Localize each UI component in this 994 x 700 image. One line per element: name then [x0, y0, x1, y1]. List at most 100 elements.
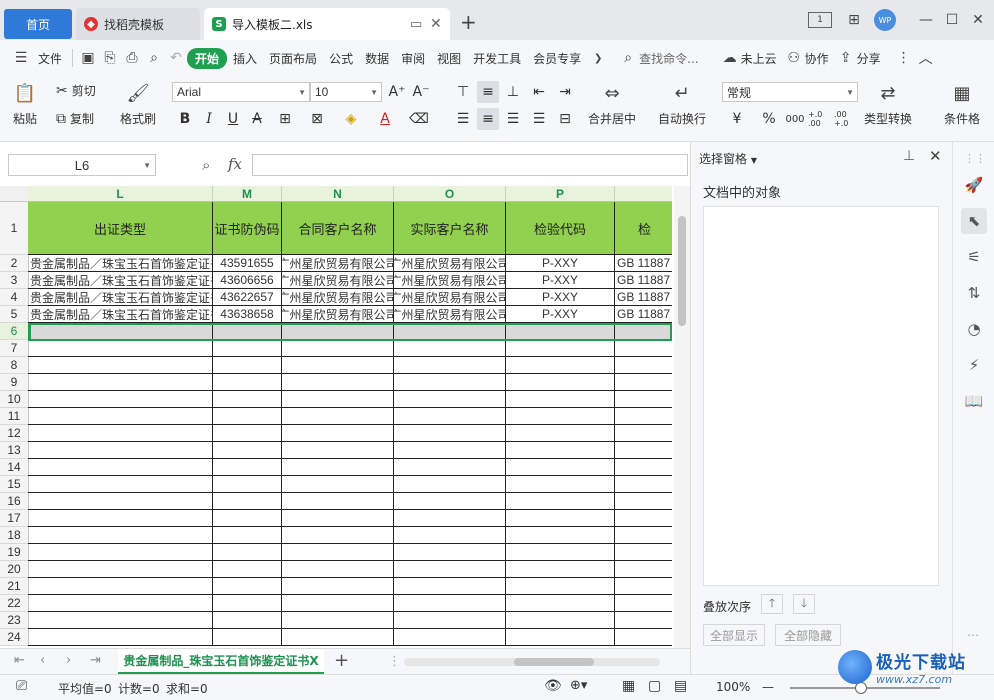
pane-close-icon[interactable]: ✕: [929, 147, 942, 165]
table-cell[interactable]: [213, 442, 282, 459]
zoom-out-icon[interactable]: —: [762, 680, 774, 694]
splitter-icon[interactable]: ⋮: [388, 654, 401, 669]
page-layout-view-icon[interactable]: ▢: [648, 678, 661, 694]
row-header[interactable]: 23: [0, 612, 29, 629]
table-cell[interactable]: 广州星欣贸易有限公司: [394, 272, 506, 289]
table-cell[interactable]: 43606656: [213, 272, 282, 289]
save-icon[interactable]: ▣: [77, 47, 99, 69]
justify-icon[interactable]: ☰: [528, 108, 550, 130]
row-header[interactable]: 17: [0, 510, 29, 527]
table-cell[interactable]: [28, 442, 213, 459]
table-cell[interactable]: 广州星欣贸易有限公司: [282, 272, 394, 289]
table-cell[interactable]: [213, 459, 282, 476]
formula-input[interactable]: [252, 154, 688, 176]
table-cell[interactable]: [28, 357, 213, 374]
table-cell[interactable]: [506, 578, 615, 595]
row-header[interactable]: 19: [0, 544, 29, 561]
menu-data[interactable]: 数据: [359, 50, 395, 67]
decrease-font-icon[interactable]: A⁻: [410, 81, 432, 103]
row-header[interactable]: 22: [0, 595, 29, 612]
menu-start[interactable]: 开始: [187, 47, 228, 69]
table-cell[interactable]: [506, 391, 615, 408]
table-cell[interactable]: [28, 374, 213, 391]
row-header[interactable]: 21: [0, 578, 29, 595]
paste-button[interactable]: 📋 粘贴: [12, 80, 38, 127]
table-cell[interactable]: [213, 595, 282, 612]
prev-sheet-icon[interactable]: ‹: [40, 653, 45, 668]
table-cell[interactable]: [282, 493, 394, 510]
table-cell[interactable]: [28, 340, 213, 357]
name-box[interactable]: L6 ▼: [8, 154, 156, 176]
table-cell[interactable]: [394, 612, 506, 629]
row-header[interactable]: 14: [0, 459, 29, 476]
table-cell[interactable]: P-XXY: [506, 289, 615, 306]
row-header[interactable]: 4: [0, 289, 29, 306]
column-header-n[interactable]: N: [282, 186, 394, 202]
tab-close-icon[interactable]: ✕: [430, 16, 442, 32]
table-cell[interactable]: [394, 629, 506, 646]
menu-member[interactable]: 会员专享: [527, 50, 587, 67]
collab-button[interactable]: 协作: [805, 50, 835, 67]
header-cell[interactable]: 实际客户名称: [394, 202, 506, 255]
table-cell[interactable]: [394, 544, 506, 561]
hamburger-icon[interactable]: ☰: [10, 47, 32, 69]
table-cell[interactable]: [282, 442, 394, 459]
table-cell[interactable]: [506, 527, 615, 544]
table-cell[interactable]: [506, 442, 615, 459]
table-cell[interactable]: 贵金属制品／珠宝玉石首饰鉴定证书: [28, 255, 213, 272]
table-cell[interactable]: [28, 510, 213, 527]
table-cell[interactable]: [615, 425, 672, 442]
underline-icon[interactable]: U: [222, 108, 244, 130]
select-all-corner[interactable]: [0, 186, 29, 202]
book-search-icon[interactable]: 📖: [961, 388, 987, 414]
row-header[interactable]: 16: [0, 493, 29, 510]
zoom-search-icon[interactable]: ⌕: [202, 156, 210, 174]
table-cell[interactable]: [282, 510, 394, 527]
column-header-m[interactable]: M: [213, 186, 282, 202]
table-cell[interactable]: [213, 425, 282, 442]
table-cell[interactable]: [394, 374, 506, 391]
decrease-indent-icon[interactable]: ⇤: [528, 81, 550, 103]
table-cell[interactable]: 43638658: [213, 306, 282, 323]
row-header[interactable]: 1: [0, 202, 29, 255]
type-convert-button[interactable]: ⇄ 类型转换: [864, 80, 912, 127]
column-header-o[interactable]: O: [394, 186, 506, 202]
table-cell[interactable]: 广州星欣贸易有限公司: [282, 289, 394, 306]
row-header[interactable]: 2: [0, 255, 29, 272]
bring-forward-icon[interactable]: 🡑: [761, 594, 783, 614]
row-header[interactable]: 24: [0, 629, 29, 646]
table-cell[interactable]: GB 11887: [615, 272, 672, 289]
table-cell[interactable]: [28, 391, 213, 408]
table-cell[interactable]: [506, 476, 615, 493]
table-cell[interactable]: [394, 340, 506, 357]
table-cell[interactable]: [506, 510, 615, 527]
next-sheet-icon[interactable]: ›: [66, 653, 71, 668]
table-cell[interactable]: [506, 595, 615, 612]
sliders-icon[interactable]: ⚟: [961, 244, 987, 270]
table-cell[interactable]: [282, 629, 394, 646]
menu-more-icon[interactable]: ❯: [587, 47, 609, 69]
menu-file[interactable]: 文件: [32, 50, 68, 67]
row-header[interactable]: 11: [0, 408, 29, 425]
table-cell[interactable]: [213, 357, 282, 374]
fill-color-icon[interactable]: ◈: [340, 108, 362, 130]
row-header[interactable]: 3: [0, 272, 29, 289]
clear-format-icon[interactable]: ⌫: [408, 108, 430, 130]
table-cell[interactable]: [282, 374, 394, 391]
row-header[interactable]: 9: [0, 374, 29, 391]
table-cell[interactable]: [615, 408, 672, 425]
macro-record-icon[interactable]: ⎚: [16, 678, 27, 694]
lightning-icon[interactable]: ⚡: [961, 352, 987, 378]
table-cell[interactable]: [615, 323, 672, 340]
chart-pie-icon[interactable]: ◔: [961, 316, 987, 342]
table-cell[interactable]: 贵金属制品／珠宝玉石首饰鉴定证书: [28, 306, 213, 323]
fill-pattern-icon[interactable]: ⊠: [306, 108, 328, 130]
spreadsheet-grid[interactable]: L M N O P 1 出证类型 证书防伪码 合同客户名称 实际客户名称 检验代码检 2 贵金属制品／珠…: [0, 186, 672, 648]
header-cell[interactable]: 合同客户名称: [282, 202, 394, 255]
table-cell[interactable]: [28, 425, 213, 442]
currency-button[interactable]: ¥: [726, 108, 748, 130]
collapse-ribbon-icon[interactable]: ︿: [915, 47, 937, 69]
table-cell[interactable]: [615, 595, 672, 612]
table-cell[interactable]: [506, 561, 615, 578]
table-cell[interactable]: [615, 476, 672, 493]
